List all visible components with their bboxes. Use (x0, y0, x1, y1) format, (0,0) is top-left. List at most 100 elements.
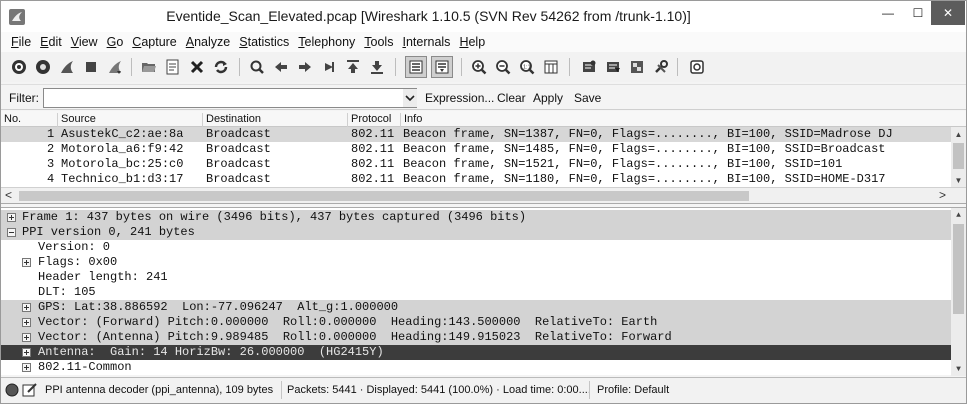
column-header-protocol[interactable]: Protocol (347, 113, 391, 127)
menu-internals[interactable]: Internals (402, 35, 450, 49)
detail-row-antenna-selected[interactable]: Antenna: Gain: 14 HorizBw: 26.000000 (HG… (1, 345, 951, 360)
main-toolbar: 1:1 (1, 52, 966, 82)
expert-info-icon[interactable] (5, 383, 19, 397)
scroll-up-arrow-icon[interactable]: ▲ (951, 208, 966, 222)
packet-list-vscrollbar[interactable]: ▲ ▼ (951, 127, 966, 187)
resize-columns-icon[interactable] (541, 57, 561, 77)
scroll-down-arrow-icon[interactable]: ▼ (951, 362, 966, 376)
go-first-packet-icon[interactable] (343, 57, 363, 77)
zoom-in-icon[interactable] (469, 57, 489, 77)
column-header-no[interactable]: No. (1, 113, 21, 127)
column-header-destination[interactable]: Destination (202, 113, 261, 127)
preferences-icon[interactable] (651, 57, 671, 77)
packet-row[interactable]: 4 Technico_b1:d3:17 Broadcast 802.11 Bea… (1, 172, 951, 187)
packet-list-hscroll-thumb[interactable] (19, 191, 749, 201)
expand-plus-icon[interactable] (22, 363, 31, 372)
detail-row-flags[interactable]: Flags: 0x00 (1, 255, 951, 270)
menu-bar: File Edit View Go Capture Analyze Statis… (1, 32, 966, 52)
menu-edit[interactable]: Edit (40, 35, 62, 49)
details-vscrollbar[interactable]: ▲ ▼ (951, 208, 966, 376)
detail-row-vector-antenna[interactable]: Vector: (Antenna) Pitch:9.989485 Roll:0.… (1, 330, 951, 345)
filter-dropdown-button[interactable] (403, 89, 417, 107)
detail-text: Flags: 0x00 (38, 255, 118, 269)
go-last-packet-icon[interactable] (367, 57, 387, 77)
packet-list-scroll-thumb[interactable] (953, 143, 964, 169)
packet-list-hscrollbar[interactable]: < > (1, 187, 966, 203)
detail-row-dlt[interactable]: DLT: 105 (1, 285, 951, 300)
details-scroll-thumb[interactable] (953, 224, 964, 314)
packet-protocol: 802.11 (351, 172, 395, 186)
scroll-down-arrow-icon[interactable]: ▼ (951, 173, 966, 187)
packet-source: AsustekC_c2:ae:8a (61, 127, 184, 141)
capture-options-icon[interactable] (33, 57, 53, 77)
menu-analyze[interactable]: Analyze (186, 35, 230, 49)
save-file-icon[interactable] (163, 57, 183, 77)
open-file-icon[interactable] (139, 57, 159, 77)
packet-row[interactable]: 2 Motorola_a6:f9:42 Broadcast 802.11 Bea… (1, 142, 951, 157)
detail-row-frame[interactable]: Frame 1: 437 bytes on wire (3496 bits), … (1, 210, 951, 225)
zoom-out-icon[interactable] (493, 57, 513, 77)
save-filter-button[interactable]: Save (574, 91, 601, 105)
collapse-minus-icon[interactable] (7, 228, 16, 237)
restart-capture-fin-icon[interactable] (105, 57, 125, 77)
menu-go[interactable]: Go (107, 35, 124, 49)
menu-telephony[interactable]: Telephony (298, 35, 355, 49)
minimize-button[interactable]: — (873, 1, 903, 25)
clear-button[interactable]: Clear (497, 91, 526, 105)
find-packet-icon[interactable] (247, 57, 267, 77)
expression-button[interactable]: Expression... (425, 91, 494, 105)
detail-row-header-length[interactable]: Header length: 241 (1, 270, 951, 285)
expand-plus-icon[interactable] (22, 258, 31, 267)
coloring-rules-icon[interactable] (627, 57, 647, 77)
go-to-packet-icon[interactable] (319, 57, 339, 77)
detail-row-vector-forward[interactable]: Vector: (Forward) Pitch:0.000000 Roll:0.… (1, 315, 951, 330)
close-file-icon[interactable] (187, 57, 207, 77)
close-button[interactable]: ✕ (931, 1, 965, 25)
packet-destination: Broadcast (206, 127, 271, 141)
expand-plus-icon[interactable] (22, 303, 31, 312)
start-capture-fin-icon[interactable] (57, 57, 77, 77)
stop-capture-icon[interactable] (81, 57, 101, 77)
packet-row[interactable]: 3 Motorola_bc:25:c0 Broadcast 802.11 Bea… (1, 157, 951, 172)
go-back-icon[interactable] (271, 57, 291, 77)
expand-plus-icon[interactable] (7, 213, 16, 222)
maximize-button[interactable]: ☐ (903, 1, 933, 25)
menu-file[interactable]: File (11, 35, 31, 49)
go-forward-icon[interactable] (295, 57, 315, 77)
menu-statistics[interactable]: Statistics (239, 35, 289, 49)
reload-icon[interactable] (211, 57, 231, 77)
scroll-up-arrow-icon[interactable]: ▲ (951, 127, 966, 141)
capture-filters-icon[interactable] (579, 57, 599, 77)
packet-row[interactable]: 1 AsustekC_c2:ae:8a Broadcast 802.11 Bea… (1, 127, 951, 142)
detail-row-ppi[interactable]: PPI version 0, 241 bytes (1, 225, 951, 240)
column-header-source[interactable]: Source (57, 113, 96, 127)
status-profile[interactable]: Profile: Default (597, 384, 669, 396)
display-filters-icon[interactable] (603, 57, 623, 77)
apply-button[interactable]: Apply (533, 91, 563, 105)
menu-capture[interactable]: Capture (132, 35, 176, 49)
auto-scroll-icon[interactable] (431, 56, 453, 78)
zoom-normal-icon[interactable]: 1:1 (517, 57, 537, 77)
interfaces-icon[interactable] (9, 57, 29, 77)
detail-text: 802.11-Common (38, 360, 132, 374)
detail-text: Header length: 241 (38, 270, 168, 284)
menu-view[interactable]: View (71, 35, 98, 49)
packet-protocol: 802.11 (351, 142, 395, 156)
colorize-list-icon[interactable] (405, 56, 427, 78)
menu-help[interactable]: Help (459, 35, 485, 49)
menu-tools[interactable]: Tools (364, 35, 393, 49)
expand-plus-icon[interactable] (22, 318, 31, 327)
expand-plus-icon[interactable] (22, 333, 31, 342)
detail-row-version[interactable]: Version: 0 (1, 240, 951, 255)
expand-plus-icon[interactable] (22, 348, 31, 357)
capture-comment-icon[interactable] (22, 382, 38, 398)
detail-row-gps[interactable]: GPS: Lat:38.886592 Lon:-77.096247 Alt_g:… (1, 300, 951, 315)
detail-row-80211-common[interactable]: 802.11-Common (1, 360, 951, 375)
wireshark-window: Eventide_Scan_Elevated.pcap [Wireshark 1… (0, 0, 967, 404)
filter-input[interactable] (43, 88, 417, 108)
scroll-left-arrow-icon[interactable]: < (5, 188, 12, 202)
help-icon[interactable] (687, 57, 707, 77)
detail-text: Vector: (Antenna) Pitch:9.989485 Roll:0.… (38, 330, 672, 344)
column-header-info[interactable]: Info (400, 113, 422, 127)
scroll-right-arrow-icon[interactable]: > (939, 188, 946, 202)
